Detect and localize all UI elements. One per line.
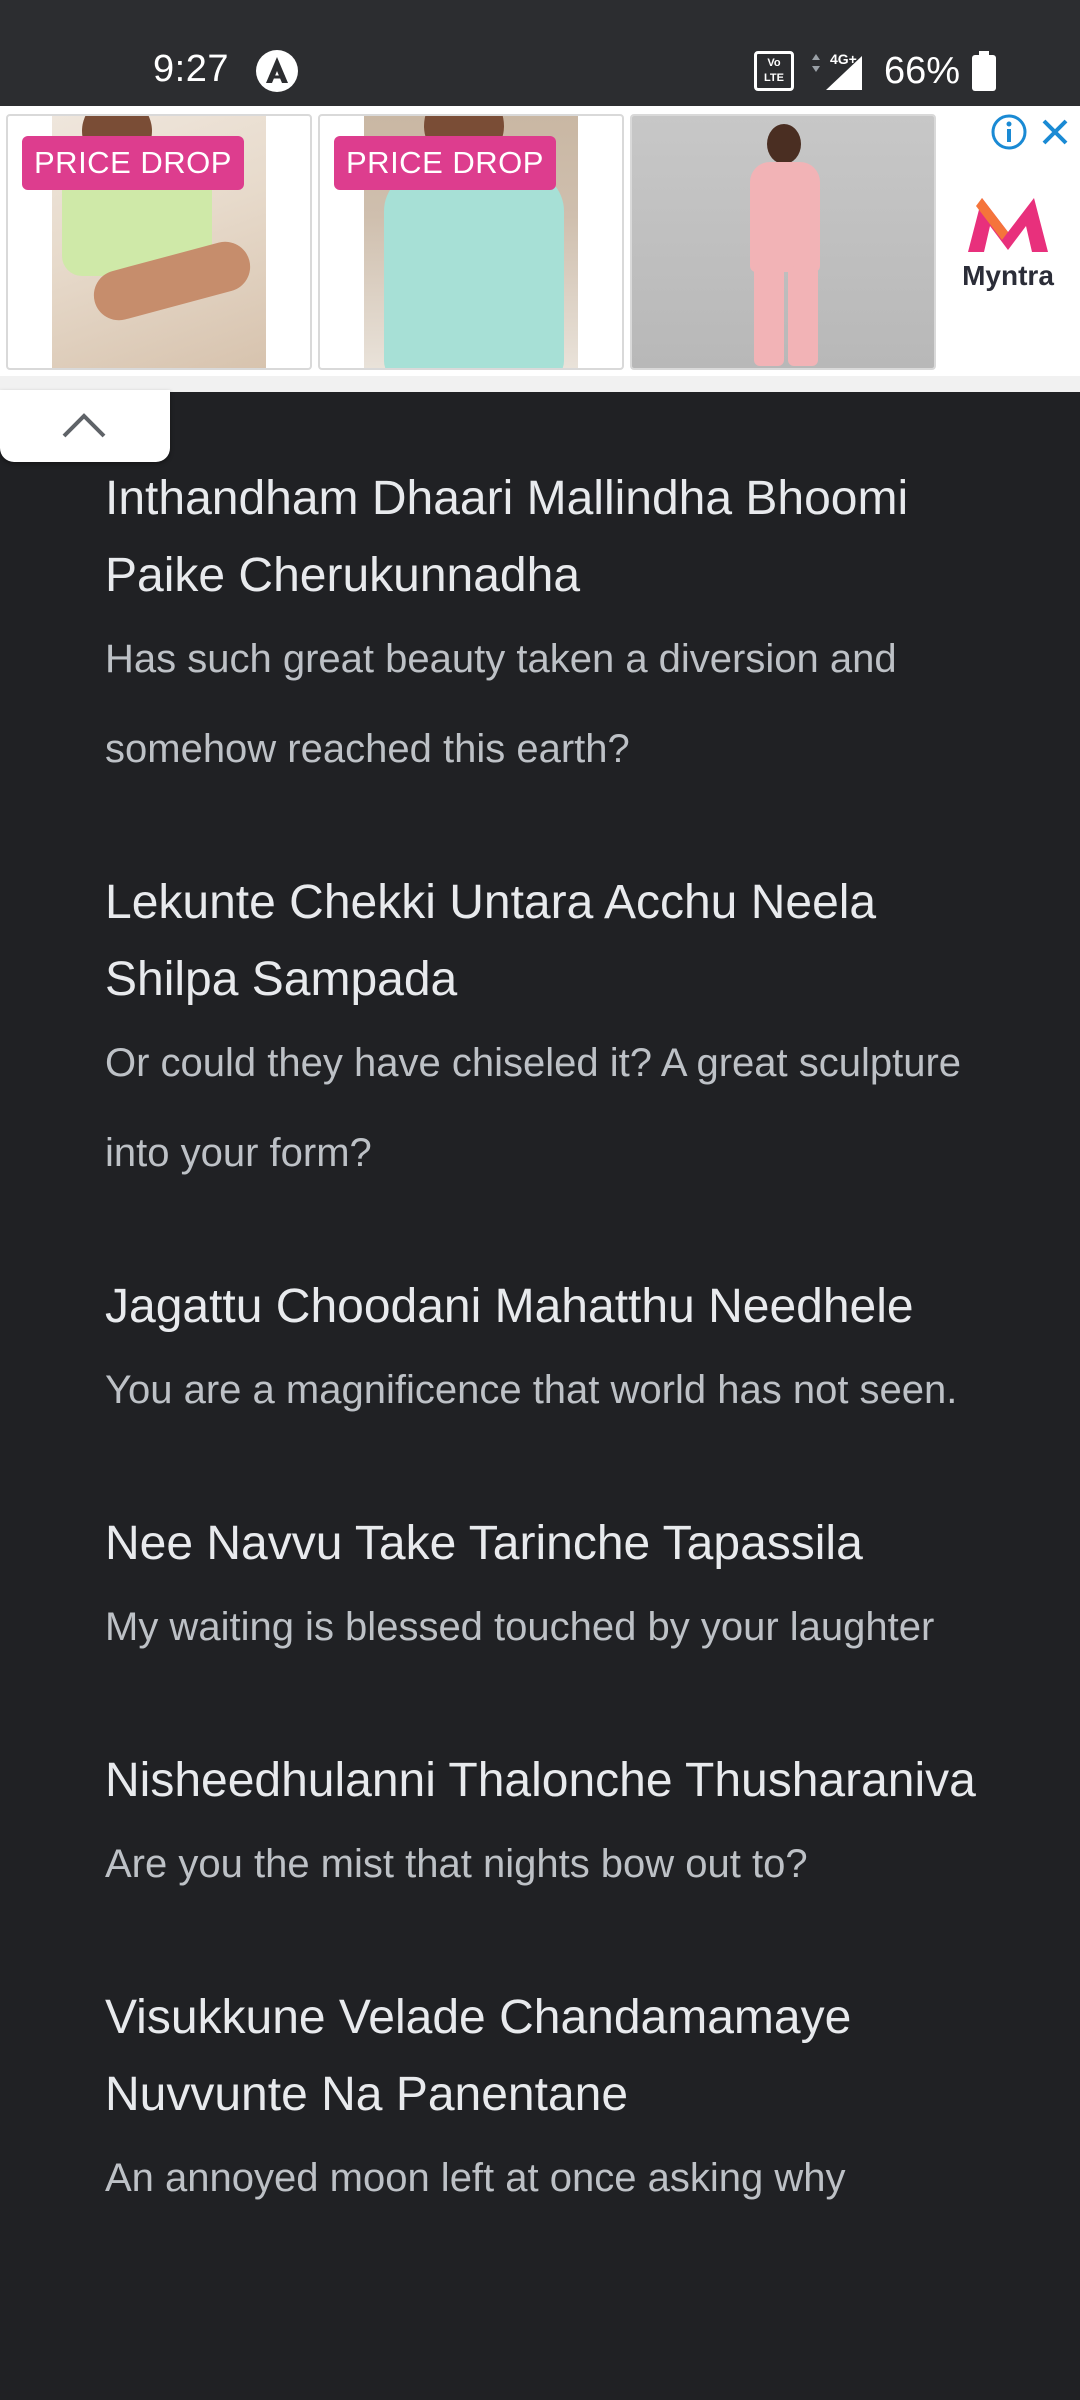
ad-product-card[interactable]: PRICE DROP bbox=[6, 114, 312, 370]
verse: Nee Navvu Take Tarinche Tapassila My wai… bbox=[105, 1505, 1005, 1672]
lyric-translation: My waiting is blessed touched by your la… bbox=[105, 1605, 935, 1649]
lyric-translation: Are you the mist that nights bow out to? bbox=[105, 1842, 808, 1886]
navigation-app-icon bbox=[256, 50, 298, 92]
status-icons: Vo LTE 4G+ 66% bbox=[753, 48, 996, 94]
lyric-translation: You are a magnificence that world has no… bbox=[105, 1368, 958, 1412]
close-icon[interactable] bbox=[1036, 113, 1074, 151]
verse: Jagattu Choodani Mahatthu Needhele You a… bbox=[105, 1268, 1005, 1435]
lyric-line: Inthandham Dhaari Mallindha Bhoomi Paike… bbox=[105, 472, 909, 602]
status-time: 9:27 bbox=[153, 48, 229, 90]
lyric-line: Nee Navvu Take Tarinche Tapassila bbox=[105, 1517, 863, 1570]
verse: Nisheedhulanni Thalonche Thusharaniva Ar… bbox=[105, 1742, 1005, 1909]
lyric-line: Jagattu Choodani Mahatthu Needhele bbox=[105, 1280, 914, 1333]
price-drop-badge: PRICE DROP bbox=[22, 136, 244, 190]
brand-name: Myntra bbox=[962, 260, 1054, 291]
lyric-line: Lekunte Chekki Untara Acchu Neela Shilpa… bbox=[105, 876, 877, 1006]
lyric-translation: Has such great beauty taken a diversion … bbox=[105, 637, 897, 771]
ad-banner[interactable]: PRICE DROP PRICE DROP Myntra bbox=[0, 106, 1080, 376]
info-icon[interactable] bbox=[990, 113, 1028, 151]
product-photo bbox=[632, 116, 934, 368]
ad-product-card[interactable] bbox=[630, 114, 936, 370]
lyric-line: Nisheedhulanni Thalonche Thusharaniva bbox=[105, 1754, 976, 1807]
verse: Visukkune Velade Chandamamaye Nuvvunte N… bbox=[105, 1979, 1005, 2223]
volte-icon: Vo LTE bbox=[753, 51, 794, 91]
status-bar: 9:27 Vo LTE 4G+ 66% bbox=[0, 0, 1080, 106]
price-drop-badge: PRICE DROP bbox=[334, 136, 556, 190]
lyric-translation: Or could they have chiseled it? A great … bbox=[105, 1041, 962, 1175]
lyric-line: Visukkune Velade Chandamamaye Nuvvunte N… bbox=[105, 1991, 852, 2121]
battery-icon bbox=[972, 51, 996, 91]
collapse-ad-button[interactable] bbox=[0, 390, 170, 462]
lyrics-list: Inthandham Dhaari Mallindha Bhoomi Paike… bbox=[105, 460, 1005, 2293]
verse: Lekunte Chekki Untara Acchu Neela Shilpa… bbox=[105, 864, 1005, 1198]
lyric-translation: An annoyed moon left at once asking why bbox=[105, 2156, 846, 2200]
verse: Inthandham Dhaari Mallindha Bhoomi Paike… bbox=[105, 460, 1005, 794]
signal-4g-icon: 4G+ bbox=[811, 51, 862, 90]
network-type-label: 4G+ bbox=[830, 51, 857, 67]
ad-product-card[interactable]: PRICE DROP bbox=[318, 114, 624, 370]
chevron-up-icon bbox=[62, 413, 106, 438]
myntra-logo[interactable] bbox=[962, 192, 1054, 256]
battery-percent: 66% bbox=[883, 49, 960, 92]
